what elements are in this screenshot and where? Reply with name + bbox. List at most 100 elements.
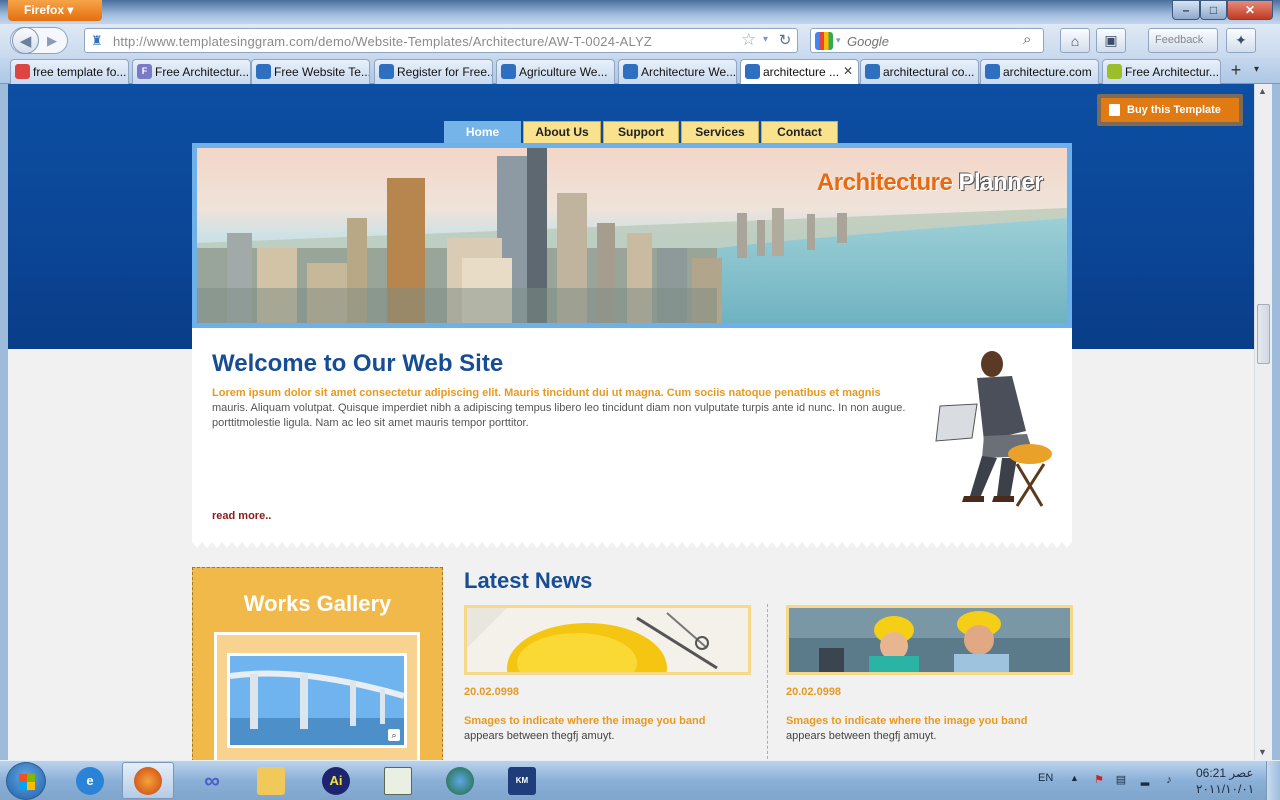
taskbar-internet-explorer[interactable]: e [64,762,116,799]
news-item: 20.02.0998 Smages to indicate where the … [464,605,752,742]
nav-tab-support[interactable]: Support [603,121,679,143]
browser-tab[interactable]: Free Website Te... [251,59,370,84]
search-bar[interactable]: ▾ ⌕ [810,28,1044,53]
vertical-scrollbar[interactable]: ▲ ▼ [1254,84,1272,760]
read-more-link[interactable]: read more.. [212,510,271,522]
home-button[interactable]: ⌂ [1060,28,1090,53]
window-titlebar: Firefox ▾ – □ ✕ [0,0,1280,24]
taskbar-explorer[interactable] [245,762,297,799]
nav-tab-home[interactable]: Home [444,121,521,143]
bookmark-star-icon[interactable]: ☆ [741,30,756,50]
site-navigation: Home About Us Support Services Contact [444,121,840,143]
browser-tab[interactable]: Agriculture We... [496,59,615,84]
window-app-icon [384,766,412,795]
zigzag-edge [192,540,1072,548]
network-signal-icon[interactable]: ▂ [1138,773,1152,787]
taskbar-kmplayer[interactable]: KM [496,762,548,799]
clock-time[interactable]: 06:21 عصر [1196,766,1254,780]
engineers-illustration [789,608,1070,672]
scroll-up-icon[interactable]: ▲ [1258,86,1267,96]
works-gallery-box: Works Gallery ⌕ [192,567,443,760]
navigation-toolbar: ◀ ▶ ♜ http://www.templatesinggram.com/de… [0,24,1280,57]
volume-icon[interactable]: ♪ [1162,773,1176,787]
taskbar-firefox[interactable] [122,762,174,799]
tab-favicon-icon [256,64,271,79]
new-tab-button[interactable]: + [1224,59,1248,82]
action-center-icon[interactable]: ⚑ [1092,773,1106,787]
firefox-menu-button[interactable]: Firefox ▾ [8,0,102,21]
taskbar-app-ai[interactable]: Ai [310,762,362,799]
url-text[interactable]: http://www.templatesinggram.com/demo/Web… [113,34,652,49]
device-icon[interactable]: ▤ [1114,773,1128,787]
tab-label: architecture ... [763,65,840,79]
news-headline[interactable]: Smages to indicate where the image you b… [786,715,1074,727]
feedback-button[interactable]: Feedback [1148,28,1218,53]
taskbar-infinity-app[interactable]: ∞ [186,762,238,799]
url-history-dropdown-icon[interactable]: ▾ [763,34,768,45]
bridge-photo[interactable]: ⌕ [227,653,407,748]
tab-list-icon[interactable]: ▾ [1254,64,1259,75]
nav-tab-contact[interactable]: Contact [761,121,838,143]
browser-tab[interactable]: F Free Architectur... [132,59,251,84]
tray-expand-icon[interactable]: ▲ [1070,773,1079,783]
folder-icon [257,766,285,795]
search-input[interactable] [847,31,1017,51]
close-window-button[interactable]: ✕ [1227,0,1273,20]
back-button[interactable]: ◀ [12,27,39,54]
taskbar-download-manager[interactable] [434,762,486,799]
scroll-down-icon[interactable]: ▼ [1258,747,1267,757]
firefox-icon [134,766,162,795]
browser-tab[interactable]: architecture ... ✕ [740,59,859,85]
tab-favicon-icon [15,64,30,79]
language-indicator[interactable]: EN [1038,772,1053,784]
tab-label: architectural co... [883,65,975,79]
clock-date[interactable]: ٢٠١١/١٠/٠١ [1196,782,1254,796]
buy-template-button[interactable]: Buy this Template [1097,94,1243,126]
tab-label: Free Architectur... [155,65,250,79]
browser-tab[interactable]: architecture.com [980,59,1099,84]
taskbar-app-window[interactable] [372,762,424,799]
browser-tab[interactable]: Register for Free... [374,59,493,84]
addon-button[interactable]: ✦ [1226,28,1256,53]
forward-button[interactable]: ▶ [42,32,62,50]
tab-label: architecture.com [1003,65,1092,79]
welcome-lead-text: Lorem ipsum dolor sit amet consectetur a… [212,387,881,399]
start-button[interactable] [6,762,46,800]
tab-favicon-icon [985,64,1000,79]
tab-favicon-icon [745,64,760,79]
browser-tab[interactable]: architectural co... [860,59,979,84]
google-engine-icon[interactable] [815,32,833,50]
news-divider [767,604,768,760]
document-icon [1109,104,1120,116]
reload-icon[interactable]: ↻ [775,31,795,51]
browser-tab[interactable]: Free Architectur... [1102,59,1221,84]
bookmarks-button[interactable]: ▣ [1096,28,1126,53]
hard-hat-image[interactable] [464,605,751,675]
gallery-heading: Works Gallery [243,591,392,616]
news-text: appears between thegfj amuyt. [464,730,615,742]
kmplayer-icon: KM [508,766,536,795]
address-bar[interactable]: ♜ http://www.templatesinggram.com/demo/W… [84,28,798,53]
tab-close-icon[interactable]: ✕ [843,64,853,78]
news-item: 20.02.0998 Smages to indicate where the … [786,605,1074,742]
engine-dropdown-icon[interactable]: ▾ [836,35,841,46]
minimize-button[interactable]: – [1172,0,1200,20]
engineers-image[interactable] [786,605,1073,675]
browser-tab[interactable]: free template fo... [10,59,129,84]
tab-label: free template fo... [33,65,127,79]
tab-favicon-icon [501,64,516,79]
nav-tab-services[interactable]: Services [681,121,759,143]
browser-tab[interactable]: Architecture We... [618,59,737,84]
maximize-button[interactable]: □ [1200,0,1227,20]
search-magnifier-icon[interactable]: ⌕ [1023,31,1031,48]
zoom-icon[interactable]: ⌕ [388,729,400,741]
tab-label: Free Website Te... [274,65,370,79]
show-desktop-button[interactable] [1266,761,1280,800]
scroll-thumb[interactable] [1257,304,1270,364]
man-with-laptop-image [935,351,1052,507]
tab-label: Agriculture We... [519,65,608,79]
nav-tab-about-us[interactable]: About Us [523,121,601,143]
hard-hat-illustration [467,608,748,672]
site-favicon-icon: ♜ [91,33,103,48]
news-headline[interactable]: Smages to indicate where the image you b… [464,715,752,727]
